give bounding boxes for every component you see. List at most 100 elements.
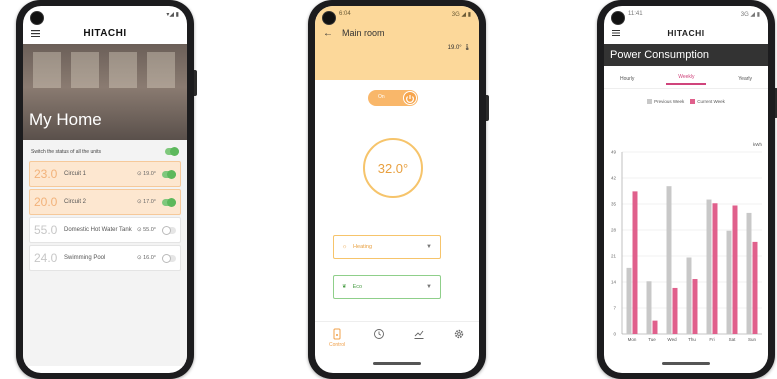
y-tick-label: 7 bbox=[613, 306, 616, 311]
switch-all-label: Switch the status of all the units bbox=[31, 148, 102, 155]
current-temperature: 32.0° bbox=[377, 160, 409, 176]
gear-icon bbox=[453, 328, 465, 342]
hero-image: My Home bbox=[23, 44, 187, 140]
bar-current-sat bbox=[732, 205, 738, 334]
status-bar: 11:41 3G ◢ ▮ bbox=[604, 6, 768, 22]
status-network: 3G ◢ ▮ bbox=[451, 11, 471, 18]
setpoint-value: 19.0° bbox=[447, 45, 462, 51]
unit-name: Circuit 2 bbox=[64, 198, 87, 205]
bar-current-wed bbox=[672, 287, 678, 334]
unit-toggle[interactable] bbox=[162, 169, 176, 179]
tab-control[interactable]: Control bbox=[329, 328, 345, 348]
room-title: Main room bbox=[342, 28, 385, 38]
unit-setpoint: ⊙ 16.0° bbox=[136, 255, 156, 261]
switch-all-toggle[interactable] bbox=[165, 147, 179, 156]
hero-window bbox=[33, 52, 61, 88]
unit-name: Domestic Hot Water Tank bbox=[64, 226, 132, 233]
x-tick-label: Fri bbox=[709, 337, 714, 342]
unit-card-swimming-pool[interactable]: 24.0 Swimming Pool ⊙ 16.0° bbox=[29, 245, 181, 271]
status-network: 3G ◢ ▮ bbox=[740, 11, 760, 18]
unit-temperature: 55.0 bbox=[34, 223, 58, 237]
signal-icon: ▾◢ ▮ bbox=[166, 11, 179, 18]
unit-toggle[interactable] bbox=[162, 253, 176, 263]
y-tick-label: 28 bbox=[611, 228, 617, 233]
x-tick-label: Wed bbox=[667, 337, 677, 342]
bar-previous-thu bbox=[686, 257, 692, 334]
legend-item-current: Current Week bbox=[690, 99, 725, 105]
mode-select[interactable]: ☼ Heating ▼ bbox=[333, 235, 441, 259]
thermometer-icon: 🌡 bbox=[463, 45, 471, 51]
bar-previous-fri bbox=[706, 199, 712, 334]
unit-name: Swimming Pool bbox=[64, 254, 106, 261]
unit-setpoint-value: 19.0° bbox=[143, 171, 156, 177]
front-camera bbox=[611, 11, 625, 25]
period-tabs: Hourly Weekly Yearly bbox=[604, 70, 768, 89]
brand-logo: HITACHI bbox=[667, 28, 705, 38]
chart-legend: Previous Week Current Week bbox=[604, 99, 768, 105]
tab-yearly[interactable]: Yearly bbox=[738, 76, 752, 82]
page-title: My Home bbox=[29, 110, 102, 129]
status-bar: 6:04 3G ◢ ▮ bbox=[315, 6, 479, 22]
switch-all-row: Switch the status of all the units bbox=[29, 146, 181, 161]
unit-temperature: 24.0 bbox=[34, 251, 58, 265]
app-header: HITACHI bbox=[604, 22, 768, 44]
temperature-dial[interactable]: 32.0° bbox=[363, 138, 423, 198]
bar-current-fri bbox=[712, 203, 718, 334]
bar-previous-wed bbox=[666, 186, 672, 334]
hero-window bbox=[109, 52, 137, 88]
units-panel: Switch the status of all the units 23.0 … bbox=[23, 140, 187, 366]
status-bar: ▾◢ ▮ bbox=[23, 6, 187, 22]
unit-temperature: 23.0 bbox=[34, 167, 58, 181]
unit-card-hot-water-tank[interactable]: 55.0 Domestic Hot Water Tank ⊙ 55.0° bbox=[29, 217, 181, 243]
power-consumption-screen: 11:41 3G ◢ ▮ HITACHI Power Consumption H… bbox=[604, 6, 768, 373]
y-tick-label: 14 bbox=[611, 280, 617, 285]
my-home-screen: ▾◢ ▮ HITACHI My Home Switch the status o… bbox=[23, 6, 187, 373]
unit-card-circuit-2[interactable]: 20.0 Circuit 2 ⊙ 17.0° bbox=[29, 189, 181, 215]
unit-toggle[interactable] bbox=[162, 197, 176, 207]
control-body: On 32.0° ☼ Heating ▼ ❦ Eco ▼ Control bbox=[315, 80, 479, 366]
chevron-down-icon: ▼ bbox=[426, 284, 432, 290]
x-tick-label: Tue bbox=[648, 337, 656, 342]
x-tick-label: Thu bbox=[688, 337, 696, 342]
home-indicator bbox=[373, 362, 421, 365]
y-tick-label: 35 bbox=[611, 202, 617, 207]
unit-name: Circuit 1 bbox=[64, 170, 87, 177]
room-header: 6:04 3G ◢ ▮ ← Main room 19.0° 🌡 bbox=[315, 6, 479, 80]
eco-value: Eco bbox=[352, 284, 363, 290]
y-tick-label: 0 bbox=[613, 332, 616, 337]
volume-button bbox=[486, 95, 489, 121]
unit-setpoint-value: 16.0° bbox=[143, 255, 156, 261]
chevron-down-icon: ▼ bbox=[426, 244, 432, 250]
power-icon bbox=[403, 91, 417, 105]
phone-main-room: 6:04 3G ◢ ▮ ← Main room 19.0° 🌡 On 32.0° bbox=[308, 0, 489, 379]
network-type: 3G bbox=[451, 11, 460, 18]
volume-button bbox=[194, 70, 197, 96]
back-arrow-icon[interactable]: ← bbox=[323, 28, 333, 39]
x-tick-label: Mon bbox=[628, 337, 637, 342]
unit-toggle[interactable] bbox=[162, 225, 176, 235]
tab-statistics[interactable] bbox=[413, 328, 425, 342]
eco-select[interactable]: ❦ Eco ▼ bbox=[333, 275, 441, 299]
mode-value: Heating bbox=[353, 244, 373, 250]
main-room-screen: 6:04 3G ◢ ▮ ← Main room 19.0° 🌡 On 32.0° bbox=[315, 6, 479, 373]
phone-my-home: ▾◢ ▮ HITACHI My Home Switch the status o… bbox=[16, 0, 197, 379]
tab-settings[interactable] bbox=[453, 328, 465, 342]
power-label: On bbox=[378, 94, 385, 100]
x-tick-label: Sat bbox=[729, 337, 737, 342]
tab-weekly[interactable]: Weekly bbox=[666, 74, 707, 85]
phone-power-consumption: 11:41 3G ◢ ▮ HITACHI Power Consumption H… bbox=[597, 0, 777, 379]
home-indicator bbox=[662, 362, 710, 365]
unit-setpoint-value: 55.0° bbox=[143, 227, 156, 233]
front-camera bbox=[30, 11, 44, 25]
tab-hourly[interactable]: Hourly bbox=[620, 76, 634, 82]
bottom-tab-bar: Control bbox=[315, 321, 479, 366]
hero-window bbox=[147, 52, 175, 88]
unit-card-circuit-1[interactable]: 23.0 Circuit 1 ⊙ 19.0° bbox=[29, 161, 181, 187]
power-toggle[interactable]: On bbox=[368, 90, 418, 106]
unit-setpoint: ⊙ 17.0° bbox=[136, 199, 156, 205]
unit-setpoint-value: 17.0° bbox=[143, 199, 156, 205]
tab-schedule[interactable] bbox=[373, 328, 385, 342]
setpoint-readout: 19.0° 🌡 bbox=[315, 44, 479, 51]
bar-previous-tue bbox=[646, 281, 652, 334]
x-tick-label: Sun bbox=[748, 337, 757, 342]
